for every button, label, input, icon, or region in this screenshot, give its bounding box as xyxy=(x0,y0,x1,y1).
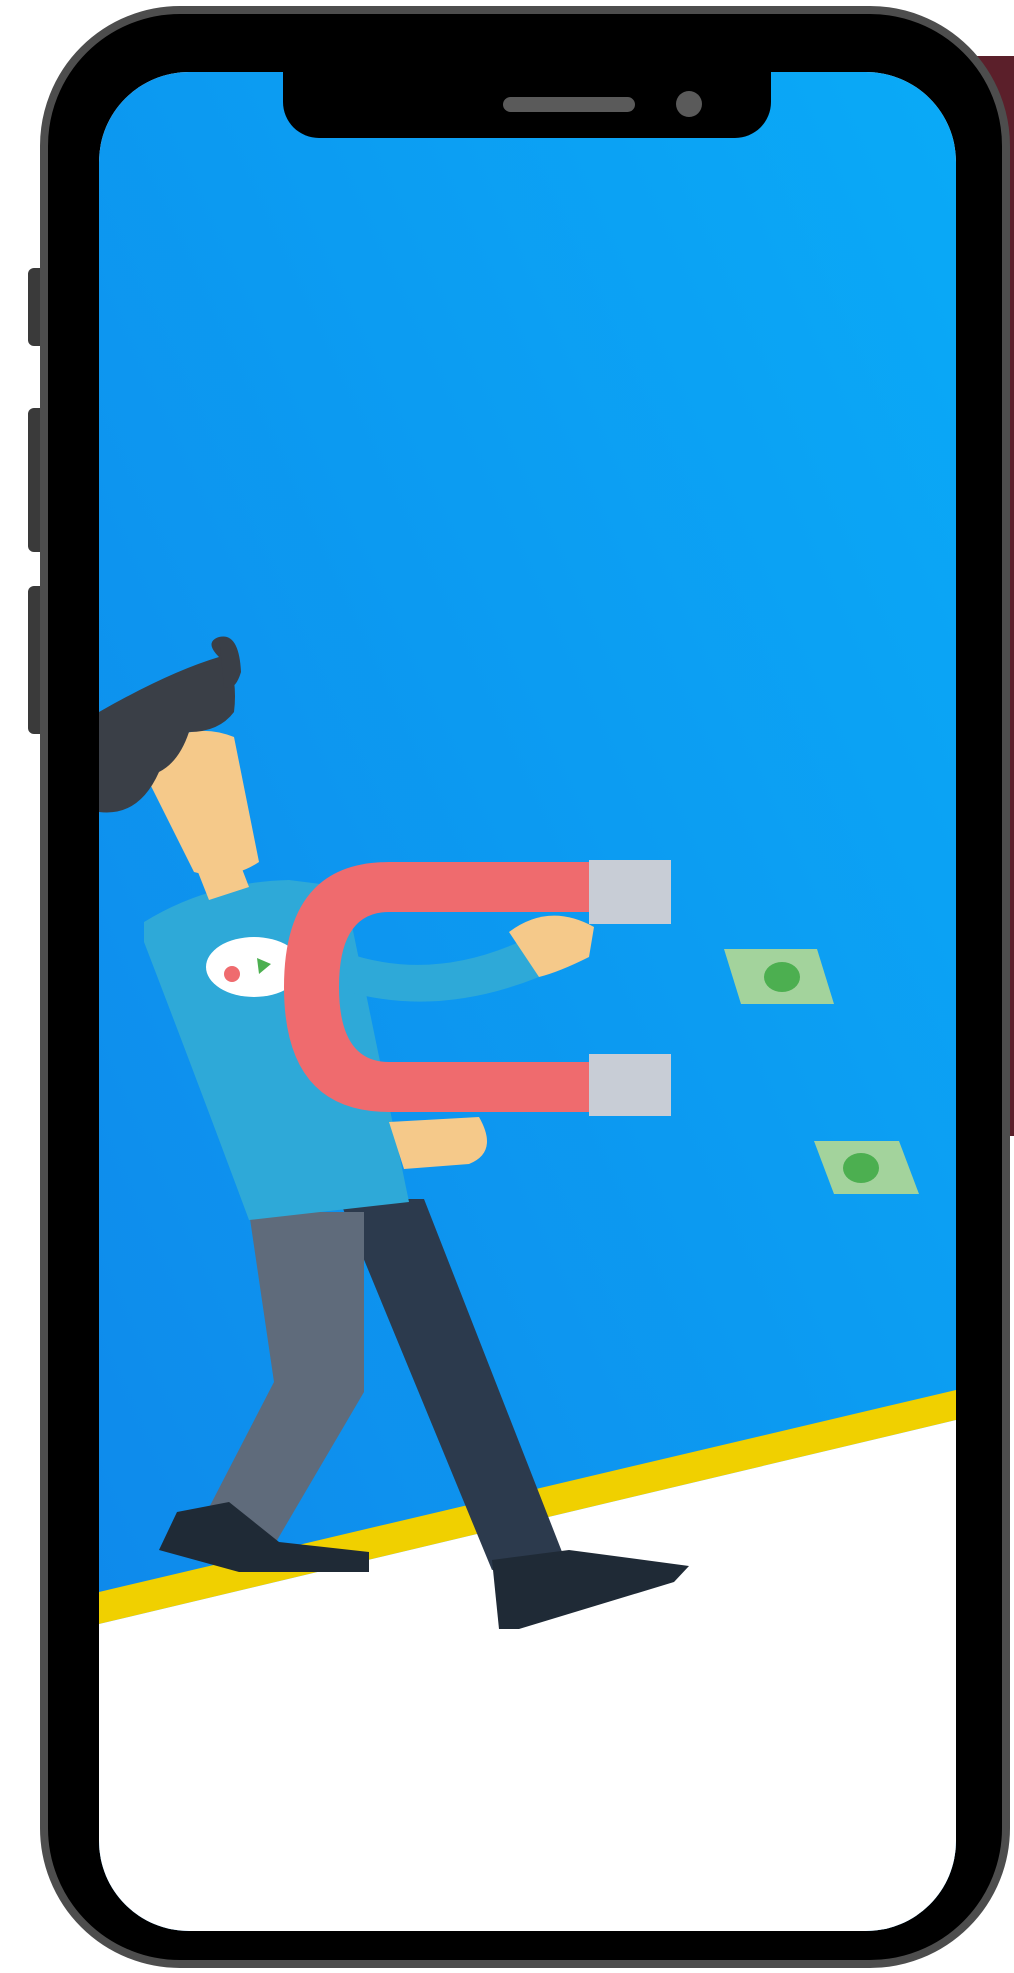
app-screenshot xyxy=(0,0,1014,1973)
earpiece-speaker xyxy=(503,97,635,112)
banknote-icon xyxy=(724,949,834,1004)
onboarding-illustration xyxy=(99,72,956,1931)
phone-frame xyxy=(40,6,1010,1968)
front-camera xyxy=(676,91,702,117)
magnet-tip xyxy=(589,860,671,924)
lower-hand xyxy=(389,1117,487,1169)
phone-screen xyxy=(99,72,956,1931)
magnet-tip xyxy=(589,1054,671,1116)
